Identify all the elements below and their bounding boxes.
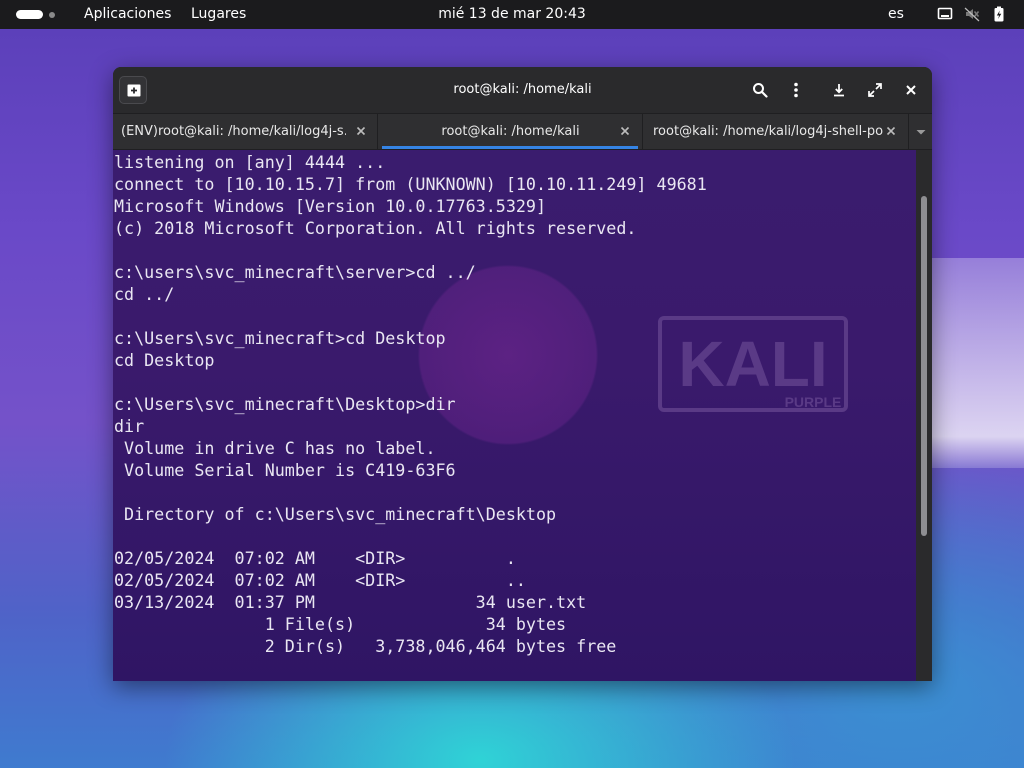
- menu-button[interactable]: [785, 79, 807, 101]
- terminal-scrollbar[interactable]: [916, 150, 932, 681]
- terminal-line: cd ../: [114, 284, 175, 304]
- terminal-window: root@kali: /home/kali (ENV)root@kali: /h…: [113, 67, 932, 681]
- menu-icon: [794, 82, 798, 98]
- terminal-line: 02/05/2024 07:02 AM <DIR> ..: [114, 570, 526, 590]
- download-icon: [834, 84, 844, 97]
- terminal-line: listening on [any] 4444 ...: [114, 152, 386, 172]
- terminal-line: c:\Users\svc_minecraft\Desktop>dir: [114, 394, 456, 414]
- battery-icon[interactable]: [991, 6, 1007, 22]
- desktop-wallpaper-band: [932, 258, 1024, 468]
- tab-home-kali[interactable]: root@kali: /home/kali: [378, 114, 643, 149]
- active-tab-indicator: [382, 146, 638, 149]
- window-headerbar: root@kali: /home/kali: [113, 67, 932, 113]
- window-title: root@kali: /home/kali: [453, 82, 592, 97]
- tab-label: (ENV)root@kali: /home/kali/log4j-s...: [121, 124, 346, 139]
- terminal-line: (c) 2018 Microsoft Corporation. All righ…: [114, 218, 637, 238]
- tabs-overflow-button[interactable]: [908, 114, 932, 149]
- keyboard-language[interactable]: es: [888, 6, 904, 23]
- logo-subtext: PURPLE: [785, 394, 842, 410]
- close-icon: [906, 85, 916, 95]
- volume-muted-icon[interactable]: [964, 6, 980, 22]
- close-window-button[interactable]: [900, 79, 922, 101]
- top-panel: Aplicaciones Lugares mié 13 de mar 20:43…: [0, 0, 1024, 29]
- tab-close-icon[interactable]: [885, 125, 897, 137]
- terminal-output[interactable]: KALI PURPLE listening on [any] 4444 ... c…: [113, 150, 916, 681]
- tab-close-icon[interactable]: [619, 125, 631, 137]
- minimize-button[interactable]: [828, 79, 850, 101]
- clock[interactable]: mié 13 de mar 20:43: [0, 6, 1024, 23]
- scrollbar-thumb[interactable]: [921, 196, 927, 536]
- tab-label: root@kali: /home/kali/log4j-shell-poc: [653, 124, 883, 139]
- tab-log4j-shell-poc[interactable]: root@kali: /home/kali/log4j-shell-poc: [643, 114, 908, 149]
- terminal-line: 02/05/2024 07:02 AM <DIR> .: [114, 548, 516, 568]
- terminal-line: connect to [10.10.15.7] from (UNKNOWN) […: [114, 174, 707, 194]
- tab-label: root@kali: /home/kali: [441, 124, 580, 139]
- terminal-text: listening on [any] 4444 ... connect to [1…: [114, 151, 707, 657]
- chevron-down-icon: [916, 130, 926, 135]
- terminal-line: cd Desktop: [114, 350, 215, 370]
- search-button[interactable]: [749, 79, 771, 101]
- terminal-line: c:\Users\svc_minecraft>cd Desktop: [114, 328, 446, 348]
- terminal-line: 03/13/2024 01:37 PM 34 user.txt: [114, 592, 587, 612]
- terminal-line: Microsoft Windows [Version 10.0.17763.53…: [114, 196, 547, 216]
- fullscreen-icon: [868, 83, 882, 97]
- terminal-line: Volume in drive C has no label.: [114, 438, 436, 458]
- fullscreen-button[interactable]: [864, 79, 886, 101]
- terminal-line: 2 Dir(s) 3,738,046,464 bytes free: [114, 636, 617, 656]
- search-icon: [753, 83, 768, 98]
- screen-icon[interactable]: [937, 6, 953, 22]
- tab-env-log4j[interactable]: (ENV)root@kali: /home/kali/log4j-s...: [113, 114, 378, 149]
- terminal-line: c:\users\svc_minecraft\server>cd ../: [114, 262, 476, 282]
- terminal-line: Volume Serial Number is C419-63F6: [114, 460, 456, 480]
- terminal-line: Directory of c:\Users\svc_minecraft\Desk…: [114, 504, 557, 524]
- tab-close-icon[interactable]: [355, 125, 367, 137]
- terminal-line: dir: [114, 416, 145, 436]
- terminal-line: 1 File(s) 34 bytes: [114, 614, 567, 634]
- tab-bar: (ENV)root@kali: /home/kali/log4j-s... ro…: [113, 113, 932, 150]
